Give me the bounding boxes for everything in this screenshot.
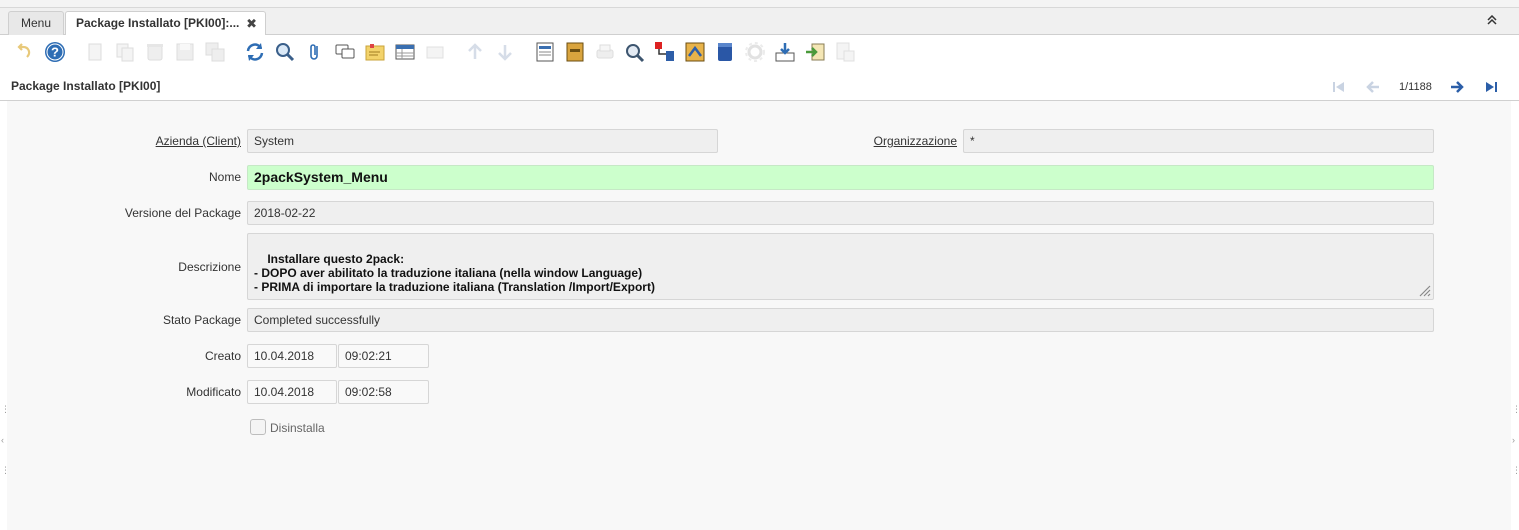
name-field[interactable]: 2packSystem_Menu <box>247 165 1434 190</box>
multi-delete-icon[interactable] <box>424 41 446 63</box>
left-splitter-arrow[interactable]: ‹ <box>1 436 4 445</box>
description-text: Installare questo 2pack: - DOPO aver abi… <box>254 252 655 294</box>
workflow-icon[interactable] <box>654 41 676 63</box>
resize-grip-icon[interactable] <box>1417 283 1431 297</box>
left-splitter-handle-2[interactable]: ⋮ <box>1 466 10 475</box>
top-strip <box>0 0 1519 8</box>
organization-field[interactable]: * <box>963 129 1434 153</box>
tab-package-installato[interactable]: Package Installato [PKI00]:... ✖ <box>65 11 266 37</box>
right-splitter-handle[interactable]: ⋮ <box>1512 405 1519 414</box>
new-record-icon[interactable] <box>84 41 106 63</box>
uninstall-checkbox[interactable] <box>250 419 266 435</box>
created-date-field[interactable]: 10.04.2018 <box>247 344 337 368</box>
request-icon[interactable] <box>684 41 706 63</box>
process-icon[interactable] <box>744 41 766 63</box>
close-icon[interactable]: ✖ <box>246 12 257 35</box>
description-field[interactable]: Installare questo 2pack: - DOPO aver abi… <box>247 233 1434 300</box>
svg-text:?: ? <box>51 45 59 60</box>
tab-menu[interactable]: Menu <box>8 11 64 36</box>
version-label: Versione del Package <box>124 206 241 220</box>
last-record-icon[interactable] <box>1483 79 1499 95</box>
previous-record-icon[interactable] <box>464 41 486 63</box>
form-panel: Azienda (Client) System Organizzazione *… <box>7 101 1511 530</box>
attachment-icon[interactable] <box>304 41 326 63</box>
window-title: Package Installato [PKI00] <box>11 79 161 93</box>
collapse-icon[interactable] <box>1487 14 1497 27</box>
updated-label: Modificato <box>186 385 241 399</box>
package-status-field[interactable]: Completed successfully <box>247 308 1434 332</box>
zoom-across-icon[interactable] <box>624 41 646 63</box>
created-label: Creato <box>204 349 241 363</box>
quick-form-icon[interactable] <box>834 41 856 63</box>
organization-label[interactable]: Organizzazione <box>874 134 957 148</box>
product-info-icon[interactable] <box>714 41 736 63</box>
package-status-label: Stato Package <box>162 313 241 327</box>
tab-bar: Menu Package Installato [PKI00]:... ✖ <box>0 8 1519 37</box>
created-time-field[interactable]: 09:02:21 <box>338 344 429 368</box>
grid-toggle-icon[interactable] <box>394 41 416 63</box>
updated-date-field[interactable]: 10.04.2018 <box>247 380 337 404</box>
toolbar: ? <box>0 35 1519 70</box>
undo-icon[interactable] <box>13 41 35 63</box>
report-icon[interactable] <box>534 41 556 63</box>
refresh-icon[interactable] <box>244 41 266 63</box>
window-title-bar: Package Installato [PKI00] 1/1188 <box>0 70 1519 101</box>
name-label: Nome <box>208 170 241 184</box>
left-splitter-handle[interactable]: ⋮ <box>1 405 10 414</box>
chat-icon[interactable] <box>334 41 356 63</box>
right-splitter-handle-2[interactable]: ⋮ <box>1512 466 1519 475</box>
client-label[interactable]: Azienda (Client) <box>156 134 241 148</box>
previous-icon[interactable] <box>1365 79 1381 95</box>
help-icon[interactable]: ? <box>44 41 66 63</box>
find-icon[interactable] <box>274 41 296 63</box>
print-icon[interactable] <box>594 41 616 63</box>
first-record-icon[interactable] <box>1331 79 1347 95</box>
post-it-icon[interactable] <box>364 41 386 63</box>
updated-time-field[interactable]: 09:02:58 <box>338 380 429 404</box>
description-label: Descrizione <box>178 260 241 274</box>
delete-icon[interactable] <box>144 41 166 63</box>
version-field[interactable]: 2018-02-22 <box>247 201 1434 225</box>
export-icon[interactable] <box>774 41 796 63</box>
import-icon[interactable] <box>804 41 826 63</box>
archive-icon[interactable] <box>564 41 586 63</box>
uninstall-label: Disinstalla <box>270 421 325 435</box>
right-splitter-arrow[interactable]: › <box>1512 436 1515 445</box>
next-icon[interactable] <box>1449 79 1465 95</box>
save-icon[interactable] <box>174 41 196 63</box>
record-counter: 1/1188 <box>1399 81 1432 93</box>
copy-record-icon[interactable] <box>114 41 136 63</box>
next-record-icon[interactable] <box>494 41 516 63</box>
tab-label: Package Installato [PKI00]:... <box>76 16 240 30</box>
client-field[interactable]: System <box>247 129 718 153</box>
save-and-new-icon[interactable] <box>204 41 226 63</box>
